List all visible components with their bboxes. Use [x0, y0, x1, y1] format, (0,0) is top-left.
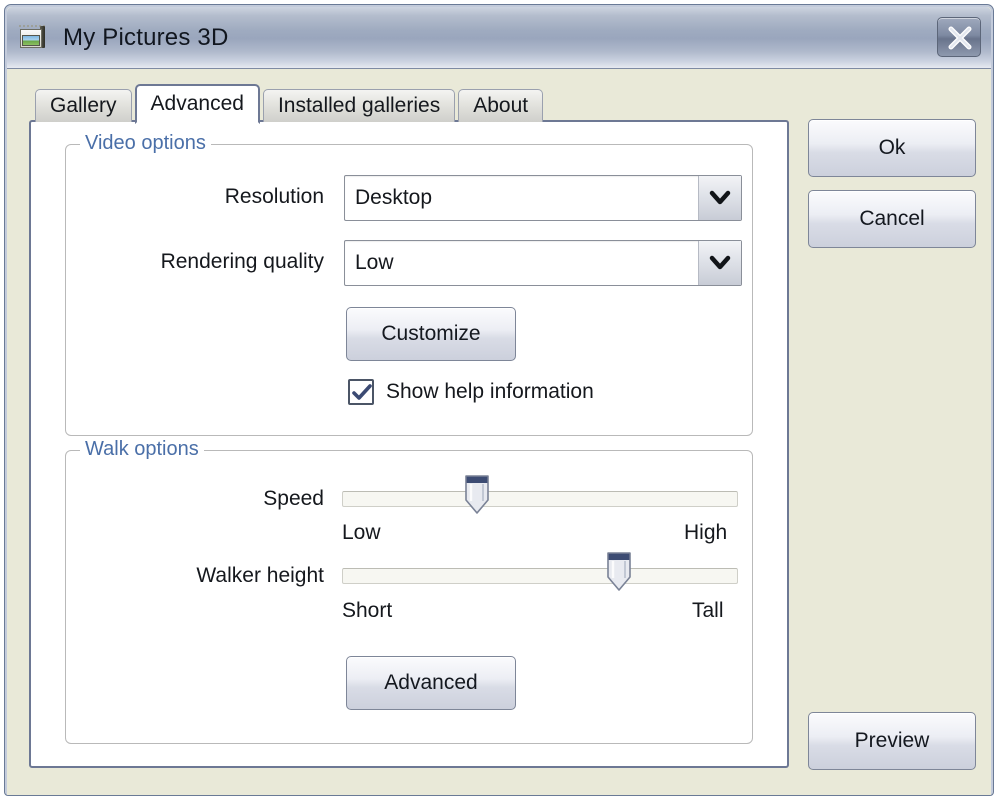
group-video-options-legend: Video options: [80, 132, 211, 155]
tab-installed-galleries[interactable]: Installed galleries: [262, 89, 456, 122]
picture-frame-icon: [19, 24, 49, 52]
walker-height-slider-thumb[interactable]: [606, 551, 632, 593]
advanced-button-label: Advanced: [384, 671, 478, 694]
speed-min-label: Low: [342, 521, 381, 544]
tab-label: Gallery: [50, 94, 117, 117]
preview-button-label: Preview: [854, 729, 930, 752]
walker-height-label: Walker height: [196, 564, 324, 587]
dialog-window: My Pictures 3D Gallery Advanced Installe…: [4, 4, 994, 796]
chevron-down-icon[interactable]: [698, 176, 741, 220]
tab-gallery[interactable]: Gallery: [35, 89, 132, 122]
tab-about[interactable]: About: [458, 89, 544, 122]
group-walk-options-legend: Walk options: [80, 438, 204, 461]
chevron-down-icon[interactable]: [698, 241, 741, 285]
preview-button[interactable]: Preview: [808, 712, 976, 770]
customize-button[interactable]: Customize: [346, 307, 516, 361]
tab-advanced[interactable]: Advanced: [134, 84, 260, 124]
show-help-label: Show help information: [386, 380, 594, 403]
tab-label: About: [473, 94, 529, 117]
speed-max-label: High: [684, 521, 728, 544]
tab-label: Advanced: [150, 92, 244, 115]
show-help-checkbox[interactable]: [348, 379, 374, 405]
advanced-button[interactable]: Advanced: [346, 656, 516, 710]
group-video-options: Video options Resolution Desktop Renderi…: [65, 132, 753, 436]
speed-slider-track[interactable]: [342, 491, 738, 507]
group-walk-options: Walk options Speed Low High Walker heigh…: [65, 438, 753, 744]
tab-panel-advanced: Video options Resolution Desktop Renderi…: [29, 120, 789, 768]
window-title: My Pictures 3D: [63, 23, 229, 51]
customize-button-label: Customize: [381, 322, 481, 345]
resolution-label: Resolution: [224, 185, 324, 208]
walker-height-max-label: Tall: [692, 599, 724, 622]
tab-strip: Gallery Advanced Installed galleries Abo…: [35, 84, 546, 124]
cancel-button-label: Cancel: [859, 207, 925, 230]
rendering-quality-label: Rendering quality: [160, 250, 324, 273]
walker-height-slider[interactable]: [342, 552, 738, 591]
resolution-value: Desktop: [355, 186, 433, 209]
close-button[interactable]: [937, 17, 981, 57]
rendering-quality-value: Low: [355, 251, 394, 274]
cancel-button[interactable]: Cancel: [808, 190, 976, 248]
walker-height-slider-track[interactable]: [342, 568, 738, 584]
show-help-checkbox-row[interactable]: Show help information: [348, 379, 594, 405]
speed-label: Speed: [263, 487, 324, 510]
ok-button[interactable]: Ok: [808, 119, 976, 177]
walker-height-min-label: Short: [342, 599, 393, 622]
tab-label: Installed galleries: [277, 94, 441, 117]
speed-slider-thumb[interactable]: [464, 474, 490, 516]
client-area: Gallery Advanced Installed galleries Abo…: [7, 69, 991, 795]
speed-slider[interactable]: [342, 475, 738, 514]
rendering-quality-dropdown[interactable]: Low: [344, 240, 742, 286]
ok-button-label: Ok: [878, 136, 906, 159]
title-bar[interactable]: My Pictures 3D: [7, 7, 991, 69]
resolution-dropdown[interactable]: Desktop: [344, 175, 742, 221]
